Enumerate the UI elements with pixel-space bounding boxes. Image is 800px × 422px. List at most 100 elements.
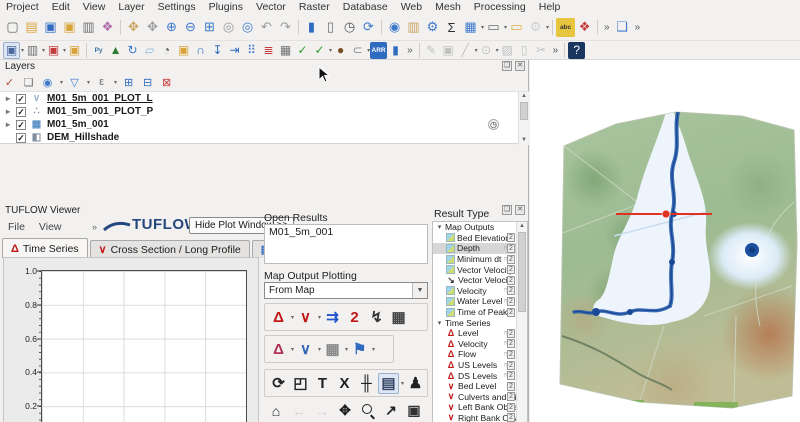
tuflow-tcf-button[interactable]: ⠿ xyxy=(243,42,260,59)
remove-layer-button[interactable]: ⊠ xyxy=(159,75,174,90)
secondary-axis-badge[interactable]: 2 xyxy=(507,244,515,253)
home-view-button[interactable]: ⌂ xyxy=(266,401,286,420)
layer-row[interactable]: ▸✓▦M01_5m_001◷ xyxy=(0,118,529,131)
tree-item-row[interactable]: ΔUS Levels↑↑2 xyxy=(433,360,527,371)
secondary-axis-badge[interactable]: 2 xyxy=(507,350,515,359)
tree-item-row[interactable]: Depth↑↑2 xyxy=(433,243,527,254)
menu-view[interactable]: View xyxy=(83,1,106,13)
layer-row[interactable]: ✓◧DEM_Hillshade xyxy=(0,131,529,144)
secondary-axis-badge[interactable]: 2 xyxy=(507,286,515,295)
temporal-controller-button[interactable]: ◷ xyxy=(340,18,359,37)
tree-item-row[interactable]: ∨Right Bank Obvert2 xyxy=(433,413,527,422)
save-figure-button[interactable]: ▣ xyxy=(404,401,424,420)
clear-plot-button[interactable]: ◰ xyxy=(290,373,311,394)
tuflow-configure-project-button[interactable]: ▲ xyxy=(107,42,124,59)
collapse-all-button[interactable]: ⊟ xyxy=(140,75,155,90)
tuflow-integrity-tool-button[interactable]: ◔ xyxy=(158,42,175,59)
legend-options-button[interactable]: ▤ xyxy=(378,373,399,394)
open-results-list[interactable]: M01_5m_001 xyxy=(264,224,428,264)
secondary-axis-badge[interactable]: 2 xyxy=(507,233,515,242)
timeseries-depth-dropdown-icon[interactable]: ▾ xyxy=(291,346,294,353)
pan-plot-button[interactable]: ✥ xyxy=(335,401,355,420)
attribute-table-button[interactable]: ▦ xyxy=(461,18,480,37)
plot-cross-section-dropdown-icon[interactable]: ▾ xyxy=(318,314,321,321)
select-by-form-button[interactable]: ▥ xyxy=(24,42,41,59)
axis-arrows-icon[interactable]: ↑↑ xyxy=(503,372,506,379)
axis-arrows-icon[interactable]: ↑↑ xyxy=(503,362,506,369)
curtain-plot-dropdown-icon[interactable]: ▾ xyxy=(345,346,348,353)
style-manager-button[interactable]: ❖ xyxy=(98,18,117,37)
flags-plot-dropdown-icon[interactable]: ▾ xyxy=(372,346,375,353)
layers-close-icon[interactable]: ✕ xyxy=(515,61,525,71)
cross-section-depth-dropdown-icon[interactable]: ▾ xyxy=(318,346,321,353)
menu-project[interactable]: Project xyxy=(6,1,39,13)
secondary-axis-badge[interactable]: 2 xyxy=(507,276,515,285)
tab-time-series[interactable]: ΔTime Series xyxy=(2,238,88,258)
manage-map-themes-dropdown-icon[interactable]: ▾ xyxy=(60,79,63,86)
manage-map-themes-button[interactable]: ◉ xyxy=(40,75,55,90)
axis-arrows-icon[interactable]: ↑↑ xyxy=(503,340,506,347)
plot-cross-section-button[interactable]: ∨ xyxy=(295,307,316,328)
axis-arrows-icon[interactable]: ↑↑ xyxy=(503,330,506,337)
toolbar2-overflow2-button[interactable]: » xyxy=(553,45,559,56)
tuflow-menu-file[interactable]: File xyxy=(8,221,25,233)
tree-item-row[interactable]: ΔLevel↑↑2 xyxy=(433,328,527,339)
show-bookmarks-button[interactable]: ▯ xyxy=(321,18,340,37)
tree-item-row[interactable]: ΔVelocity↑↑2 xyxy=(433,339,527,350)
zoom-to-selection-button[interactable]: ◎ xyxy=(219,18,238,37)
menu-web[interactable]: Web xyxy=(401,1,422,13)
cross-section-depth-button[interactable]: ∨ xyxy=(295,339,316,360)
refresh-plot-button[interactable]: ⟳ xyxy=(268,373,289,394)
help-button[interactable]: ? xyxy=(568,42,585,59)
plot-timeseries-button[interactable]: Δ xyxy=(268,307,289,328)
tuflow-float-icon[interactable]: ❏ xyxy=(502,205,512,215)
open-results-item[interactable]: M01_5m_001 xyxy=(265,225,427,239)
menu-help[interactable]: Help xyxy=(539,1,561,13)
add-vertical-markers-button[interactable]: ╫ xyxy=(356,373,377,394)
secondary-axis-badge[interactable]: 2 xyxy=(507,265,515,274)
tree-group-row[interactable]: ▾Time Series xyxy=(433,317,527,328)
save-project-as-button[interactable]: ▣ xyxy=(60,18,79,37)
new-project-button[interactable]: ▢ xyxy=(3,18,22,37)
axis-limits-button[interactable]: ↗ xyxy=(381,401,401,420)
secondary-axis-badge[interactable]: 2 xyxy=(507,255,515,264)
tree-item-row[interactable]: Vector Velocity2 xyxy=(433,264,527,275)
tuflow-view-window-button[interactable]: ▦ xyxy=(277,42,294,59)
tree-item-row[interactable]: Velocity↑↑2 xyxy=(433,286,527,297)
plot-canvas[interactable]: 0.00.20.40.60.81.00.00.20.40.60.81.0 xyxy=(3,257,259,422)
statistical-summary-button[interactable]: ▥ xyxy=(404,18,423,37)
menu-database[interactable]: Database xyxy=(343,1,388,13)
toolbar2-overflow-button[interactable]: » xyxy=(407,45,413,56)
tree-item-row[interactable]: Water Level↑↑2 xyxy=(433,296,527,307)
add-group-button[interactable]: ❏ xyxy=(21,75,36,90)
tuflow-load-input-button[interactable]: ⇥ xyxy=(226,42,243,59)
zoom-plot-button[interactable] xyxy=(358,401,378,420)
sum-features-button[interactable]: Σ xyxy=(442,18,461,37)
user-plot-data-button[interactable]: ♟ xyxy=(405,373,426,394)
layout-manager-button[interactable]: ▥ xyxy=(79,18,98,37)
save-project-button[interactable]: ▣ xyxy=(41,18,60,37)
tuflow-check-1d-button[interactable]: ✓ xyxy=(311,42,328,59)
tuflow-platypus-button[interactable]: ● xyxy=(332,42,349,59)
python-console-button[interactable]: Py xyxy=(90,42,107,59)
layer-label[interactable]: M01_5m_001_PLOT_L xyxy=(47,93,153,104)
tuflow-import-button[interactable]: ↧ xyxy=(209,42,226,59)
pan-to-selection-button[interactable]: ✥ xyxy=(143,18,162,37)
filter-legend-button[interactable]: ▽ xyxy=(67,75,82,90)
filter-by-expression-dropdown-icon[interactable]: ▾ xyxy=(114,79,117,86)
plot-flux-button[interactable]: ⇉ xyxy=(322,307,343,328)
layer-checkbox[interactable]: ✓ xyxy=(16,120,26,130)
tree-group-row[interactable]: ▾Map Outputs xyxy=(433,222,527,233)
cursor-tracking-button[interactable]: ↯ xyxy=(366,307,387,328)
toolbar1-overflow-button[interactable]: » xyxy=(604,22,610,33)
tree-item-row[interactable]: ↘Vector Velocity Ve...2 xyxy=(433,275,527,286)
scroll-up-icon[interactable]: ▲ xyxy=(517,222,527,231)
tree-item-row[interactable]: ΔFlow↑↑2 xyxy=(433,349,527,360)
expand-all-button[interactable]: ⊞ xyxy=(121,75,136,90)
filter-legend-dropdown-icon[interactable]: ▾ xyxy=(87,79,90,86)
secondary-axis-badge[interactable]: 2 xyxy=(507,308,515,317)
tab-cross-section-long-profile[interactable]: ∨Cross Section / Long Profile xyxy=(90,240,250,258)
expander-icon[interactable]: ▸ xyxy=(4,94,12,103)
secondary-axis-button[interactable]: 2 xyxy=(344,307,365,328)
tuflow-menu-overflow-icon[interactable]: » xyxy=(92,222,97,232)
